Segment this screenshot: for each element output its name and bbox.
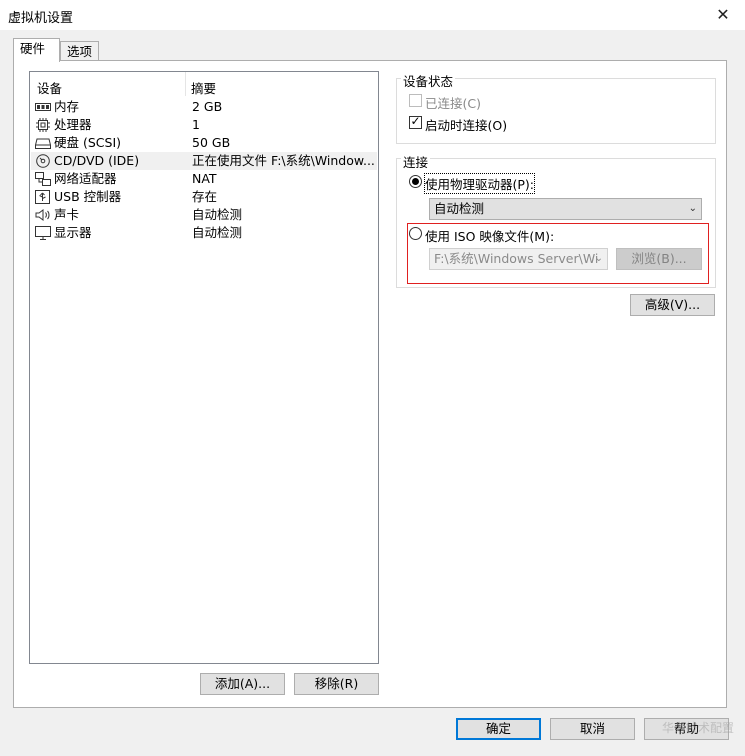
physical-drive-radio[interactable] xyxy=(409,175,422,188)
add-device-button[interactable]: 添加(A)... xyxy=(200,673,285,695)
ok-button[interactable]: 确定 xyxy=(456,718,541,740)
device-name: CD/DVD (IDE) xyxy=(54,153,140,168)
hard-disk-icon xyxy=(35,138,51,149)
device-row-hard-disk[interactable]: 硬盘 (SCSI) 50 GB xyxy=(31,134,377,152)
connect-at-power-on-checkbox[interactable]: ✓ xyxy=(409,114,422,129)
highlight-box xyxy=(407,223,709,284)
display-icon xyxy=(35,226,51,240)
column-separator[interactable] xyxy=(185,72,186,96)
usb-icon xyxy=(35,190,50,204)
tab-options-label: 选项 xyxy=(67,44,93,59)
device-summary: 自动检测 xyxy=(192,225,243,240)
connected-label[interactable]: 已连接(C) xyxy=(425,93,481,112)
device-row-processor[interactable]: 处理器 1 xyxy=(31,116,377,134)
tab-hardware-label: 硬件 xyxy=(20,41,46,56)
device-summary: 2 GB xyxy=(192,99,223,114)
device-name: 网络适配器 xyxy=(54,171,117,186)
title-bar: 虚拟机设置 ✕ xyxy=(0,0,745,30)
processor-icon xyxy=(36,118,50,132)
watermark: 华为技术配置 xyxy=(662,721,735,735)
device-name: 显示器 xyxy=(54,225,92,240)
device-name: 声卡 xyxy=(54,207,80,222)
network-adapter-icon xyxy=(35,172,51,186)
column-header-device[interactable]: 设备 xyxy=(37,78,62,97)
vm-settings-dialog: 虚拟机设置 ✕ 硬件 选项 设备 摘要 内存 2 GB 处理器 1 硬盘 (SC… xyxy=(0,0,745,756)
device-list[interactable]: 设备 摘要 内存 2 GB 处理器 1 硬盘 (SCSI) 50 GB CD/D… xyxy=(29,71,379,664)
radio-selected-dot xyxy=(412,178,419,185)
tab-options[interactable]: 选项 xyxy=(60,41,99,61)
device-summary: 自动检测 xyxy=(192,207,243,222)
connect-at-power-on-label[interactable]: 启动时连接(O) xyxy=(425,115,507,134)
cancel-button[interactable]: 取消 xyxy=(550,718,635,740)
device-summary: 1 xyxy=(192,117,200,132)
physical-drive-label[interactable]: 使用物理驱动器(P): xyxy=(423,173,536,194)
physical-drive-select-value: 自动检测 xyxy=(434,201,485,216)
advanced-button[interactable]: 高级(V)... xyxy=(630,294,715,316)
device-summary: 存在 xyxy=(192,189,218,204)
remove-device-button[interactable]: 移除(R) xyxy=(294,673,379,695)
chevron-down-icon: ⌄ xyxy=(688,203,697,214)
device-row-network-adapter[interactable]: 网络适配器 NAT xyxy=(31,170,377,188)
physical-drive-select[interactable]: 自动检测 ⌄ xyxy=(429,198,702,220)
device-list-header: 设备 摘要 xyxy=(30,72,378,96)
device-row-cd-dvd[interactable]: CD/DVD (IDE) 正在使用文件 F:\系统\Window... xyxy=(31,152,377,170)
device-name: 内存 xyxy=(54,99,80,114)
device-row-usb[interactable]: USB 控制器 存在 xyxy=(31,188,377,206)
connection-label: 连接 xyxy=(401,152,431,171)
sound-card-icon xyxy=(35,209,50,221)
device-name: USB 控制器 xyxy=(54,189,122,204)
device-name: 硬盘 (SCSI) xyxy=(54,135,122,150)
device-summary: 50 GB xyxy=(192,135,231,150)
window-title: 虚拟机设置 xyxy=(8,11,74,26)
device-row-display[interactable]: 显示器 自动检测 xyxy=(31,224,377,242)
cd-dvd-icon xyxy=(36,154,50,168)
close-icon[interactable]: ✕ xyxy=(711,4,735,26)
device-summary: 正在使用文件 F:\系统\Window... xyxy=(192,153,375,168)
device-status-label: 设备状态 xyxy=(401,71,456,90)
checkmark-icon: ✓ xyxy=(410,114,421,128)
tab-hardware[interactable]: 硬件 xyxy=(13,38,60,62)
device-summary: NAT xyxy=(192,171,217,186)
device-name: 处理器 xyxy=(54,117,92,132)
device-row-sound-card[interactable]: 声卡 自动检测 xyxy=(31,206,377,224)
device-row-memory[interactable]: 内存 2 GB xyxy=(31,98,377,116)
column-header-summary[interactable]: 摘要 xyxy=(191,78,216,97)
connected-checkbox[interactable] xyxy=(409,94,422,107)
memory-icon xyxy=(35,103,51,111)
